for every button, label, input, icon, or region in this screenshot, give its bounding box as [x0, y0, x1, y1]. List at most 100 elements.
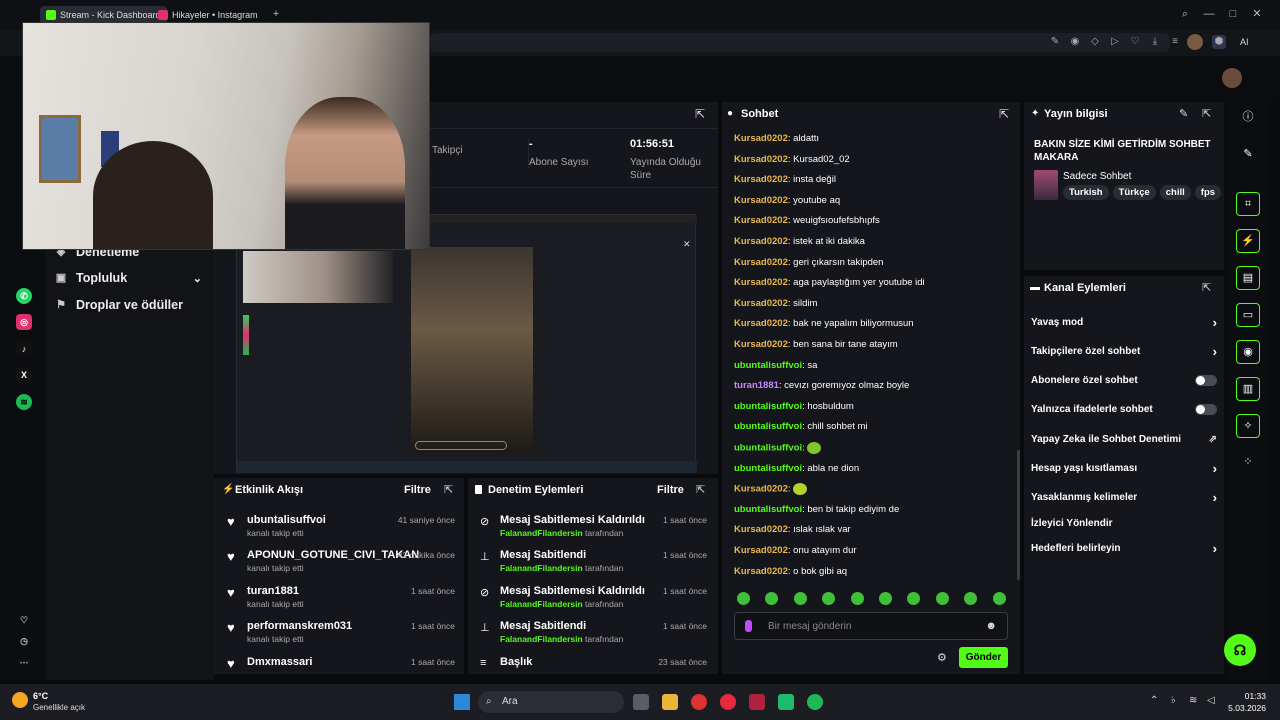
shield-icon[interactable]: ◇ — [1088, 35, 1102, 49]
chat-username[interactable]: Kursad0202 — [734, 174, 788, 185]
chat-username[interactable]: turan1881 — [734, 380, 779, 391]
support-headset-icon[interactable]: ☊ — [1224, 634, 1256, 666]
chat-username[interactable]: Kursad0202 — [734, 236, 788, 247]
chat-message[interactable]: Kursad0202: onu atayım dur — [734, 545, 857, 556]
wrench-icon[interactable]: ✧ — [1236, 414, 1260, 438]
tag-chip[interactable]: Turkish — [1063, 185, 1109, 200]
avatar[interactable] — [1187, 34, 1203, 50]
maximize-icon[interactable]: □ — [1225, 6, 1241, 22]
popout-icon[interactable]: ⇱ — [696, 483, 705, 496]
minimize-icon[interactable]: — — [1201, 6, 1217, 22]
chat-message[interactable]: Kursad0202: bak ne yapalım biliyormusun — [734, 318, 914, 329]
profile-avatar[interactable] — [1222, 68, 1242, 88]
heart-icon[interactable]: ♡ — [16, 612, 32, 628]
tag-chip[interactable]: Türkçe — [1112, 185, 1156, 200]
chat-username[interactable]: Kursad0202 — [734, 318, 788, 329]
chat-message[interactable]: Kursad0202: ıslak ıslak var — [734, 524, 851, 535]
x-icon[interactable]: X — [16, 367, 32, 383]
mic-icon[interactable]: ♭ — [1171, 695, 1176, 706]
chat-username[interactable]: ubuntalisuffvoi — [734, 421, 802, 432]
chat-username[interactable]: ubuntalisuffvoi — [734, 360, 802, 371]
chat-message[interactable]: Kursad0202: aldattı — [734, 133, 819, 144]
channel-action-item[interactable]: Takipçilere özel sohbet › — [1031, 343, 1217, 359]
sidebar-item-drops[interactable]: ⚑ Droplar ve ödüller — [54, 295, 183, 315]
chat-message[interactable]: Kursad0202: geri çıkarsın takipden — [734, 257, 883, 268]
popout-icon[interactable]: ⇱ — [695, 107, 705, 121]
edit-icon[interactable]: ✎ — [1179, 107, 1188, 120]
tray-chevron-icon[interactable]: ⌃ — [1150, 695, 1158, 706]
clock-date[interactable]: 5.03.2026 — [1212, 703, 1266, 713]
extension-icon[interactable]: ⬢ — [1212, 35, 1226, 49]
chat-message[interactable]: Kursad0202: Kursad02_02 — [734, 154, 850, 165]
channel-action-item[interactable]: Yasaklanmış kelimeler › — [1031, 489, 1217, 505]
panels-icon[interactable]: ▥ — [1236, 377, 1260, 401]
emote-icon[interactable] — [737, 592, 750, 605]
mic-icon[interactable] — [745, 620, 752, 632]
activity-filter-button[interactable]: Filtre — [404, 484, 431, 496]
popout-icon[interactable]: ⇱ — [444, 483, 453, 496]
play-icon[interactable]: ▷ — [1108, 35, 1122, 49]
task-view-icon[interactable] — [633, 694, 649, 710]
chat-message[interactable]: Kursad0202: weuigfsıoufefsbhıpfs — [734, 215, 880, 226]
channel-action-item[interactable]: Yalnızca ifadelerle sohbet — [1031, 401, 1217, 417]
chat-message[interactable]: Kursad0202: o bok gibi aq — [734, 566, 847, 577]
file-explorer-icon[interactable] — [662, 694, 678, 710]
chat-username[interactable]: Kursad0202 — [734, 545, 788, 556]
ai-button[interactable]: AI — [1240, 34, 1266, 50]
close-icon[interactable]: ✕ — [1249, 6, 1265, 22]
chat-username[interactable]: Kursad0202 — [734, 339, 788, 350]
clock-time[interactable]: 01:33 — [1222, 691, 1266, 701]
chat-message[interactable]: Kursad0202: ben sana bir tane atayım — [734, 339, 898, 350]
chat-message[interactable]: Kursad0202: insta değil — [734, 174, 836, 185]
tag-chip[interactable]: fps — [1194, 185, 1222, 200]
menu-icon[interactable]: ≡ — [1168, 35, 1182, 49]
spotify-icon[interactable] — [807, 694, 823, 710]
whatsapp-icon[interactable]: ✆ — [16, 288, 32, 304]
popout-icon[interactable]: ⇱ — [1202, 107, 1211, 120]
wifi-icon[interactable]: ≋ — [1189, 695, 1197, 706]
chat-username[interactable]: ubuntalisuffvoi — [734, 504, 802, 515]
pencil-icon[interactable]: ✎ — [1236, 143, 1260, 167]
channel-action-item[interactable]: Yapay Zeka ile Sohbet Denetimi ⇗ — [1031, 431, 1217, 447]
taskbar-search[interactable]: ⌕ Ara — [478, 691, 624, 713]
bolt-icon[interactable]: ⚡ — [1236, 229, 1260, 253]
chat-username[interactable]: ubuntalisuffvoi — [734, 401, 802, 412]
chat-username[interactable]: Kursad0202 — [734, 484, 788, 495]
chat-username[interactable]: Kursad0202 — [734, 277, 788, 288]
chat-username[interactable]: ubuntalisuffvoi — [734, 463, 802, 474]
channel-action-item[interactable]: Yavaş mod › — [1031, 314, 1217, 330]
moderation-filter-button[interactable]: Filtre — [657, 484, 684, 496]
emote-icon[interactable] — [793, 592, 807, 605]
more-icon[interactable]: ⋯ — [16, 654, 32, 670]
download-icon[interactable]: ⤓ — [1148, 35, 1162, 49]
kick-app-icon[interactable] — [778, 694, 794, 710]
camera-icon[interactable]: ◉ — [1068, 35, 1082, 49]
new-tab-icon[interactable]: + — [268, 6, 284, 22]
toggle-switch[interactable] — [1195, 403, 1217, 415]
channel-action-item[interactable]: İzleyici Yönlendir — [1031, 515, 1217, 531]
chat-username[interactable]: Kursad0202 — [734, 566, 788, 577]
emote-icon[interactable] — [935, 592, 949, 605]
chat-username[interactable]: Kursad0202 — [734, 257, 788, 268]
chat-message[interactable]: ubuntalisuffvoi: chill sohbet mi — [734, 421, 868, 432]
emote-icon[interactable] — [850, 592, 864, 605]
emoji-icon[interactable]: ☻ — [985, 620, 997, 632]
chat-message[interactable]: Kursad0202: sildim — [734, 298, 817, 309]
tiktok-icon[interactable]: ♪ — [16, 341, 32, 357]
info-icon[interactable]: ⓘ — [1236, 106, 1260, 130]
spotify-icon[interactable]: ≋ — [16, 394, 32, 410]
apps-icon[interactable]: ⁘ — [1236, 451, 1260, 475]
chat-scrollbar[interactable] — [1017, 450, 1020, 580]
gear-icon[interactable]: ⚙ — [937, 651, 947, 664]
instagram-icon[interactable]: ◎ — [16, 314, 32, 330]
chat-username[interactable]: Kursad0202 — [734, 524, 788, 535]
chat-message[interactable]: Kursad0202: aga paylaştığım yer youtube … — [734, 277, 925, 288]
emote-icon[interactable] — [992, 592, 1006, 605]
edit-icon[interactable]: ✎ — [1048, 35, 1062, 49]
sidebar-item-community[interactable]: ▣ Topluluk ⌄ — [54, 268, 202, 288]
stream-preview[interactable]: ✕ — [236, 214, 697, 473]
toggle-switch[interactable] — [1195, 374, 1217, 386]
chat-username[interactable]: ubuntalisuffvoi — [734, 443, 802, 454]
chat-username[interactable]: Kursad0202 — [734, 195, 788, 206]
chat-username[interactable]: Kursad0202 — [734, 133, 788, 144]
